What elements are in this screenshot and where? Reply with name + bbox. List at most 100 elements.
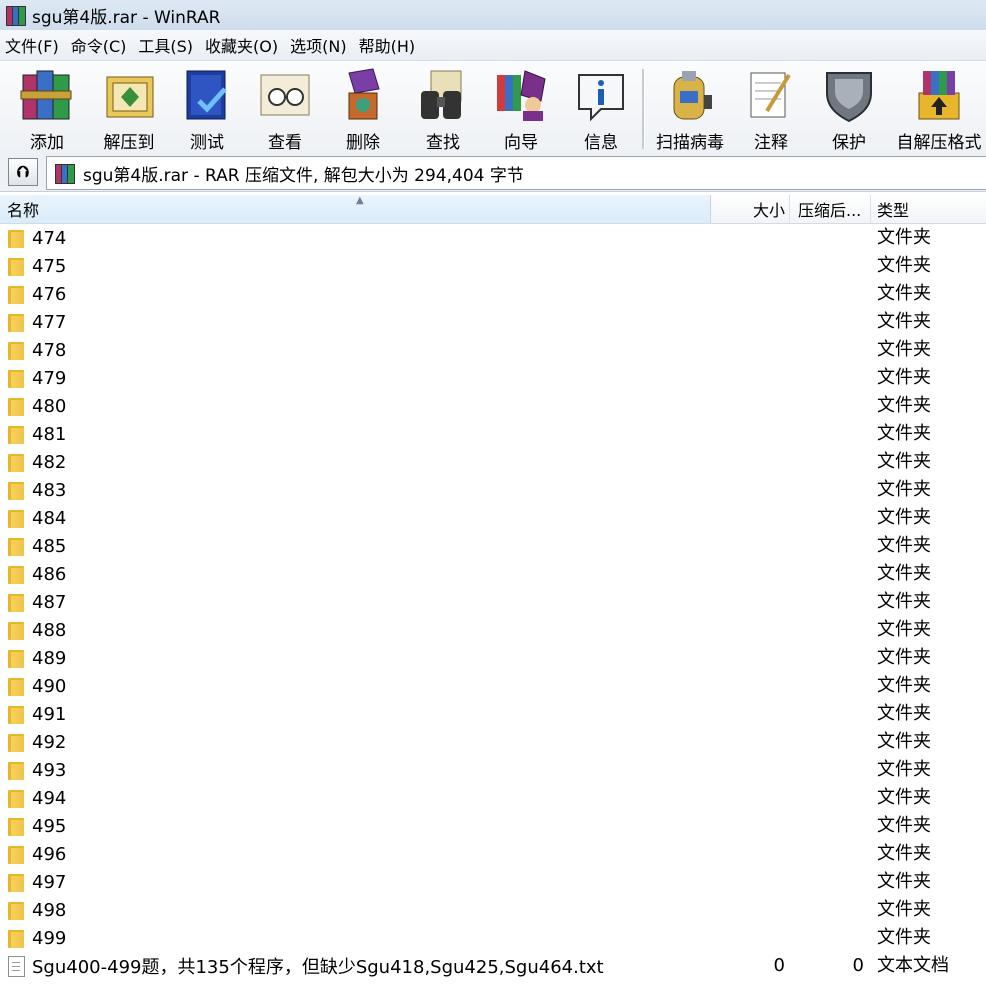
list-item[interactable]: 481 文件夹 <box>0 420 986 448</box>
item-size <box>711 560 785 588</box>
item-name: 489 <box>32 647 67 669</box>
item-name: 482 <box>32 451 67 473</box>
item-size <box>711 616 785 644</box>
item-size <box>711 308 785 336</box>
toolbar: 添加 解压到 测试 查看 删除 查找 向导 信息 扫描病毒 注释 保护 自解压格… <box>0 60 986 154</box>
sfx-button[interactable]: 自解压格式 <box>893 63 985 153</box>
list-item[interactable]: 488 文件夹 <box>0 616 986 644</box>
comment-icon <box>741 67 801 123</box>
item-size <box>711 504 785 532</box>
menu-favorites[interactable]: 收藏夹(O) <box>200 33 283 57</box>
info-button[interactable]: 信息 <box>562 63 640 153</box>
list-item[interactable]: 487 文件夹 <box>0 588 986 616</box>
list-item[interactable]: 475 文件夹 <box>0 252 986 280</box>
find-button[interactable]: 查找 <box>404 63 482 153</box>
extract-to-icon <box>99 67 159 123</box>
list-item[interactable]: 496 文件夹 <box>0 840 986 868</box>
column-type[interactable]: 类型 <box>871 195 986 223</box>
list-item[interactable]: 479 文件夹 <box>0 364 986 392</box>
item-type: 文件夹 <box>877 451 931 472</box>
item-packed <box>790 672 864 700</box>
item-type: 文件夹 <box>877 731 931 752</box>
list-item[interactable]: 478 文件夹 <box>0 336 986 364</box>
list-item[interactable]: 485 文件夹 <box>0 532 986 560</box>
list-item[interactable]: Sgu400-499题，共135个程序，但缺少Sgu418,Sgu425,Sgu… <box>0 952 986 980</box>
path-field[interactable]: sgu第4版.rar - RAR 压缩文件, 解包大小为 294,404 字节 <box>46 156 986 190</box>
item-type: 文件夹 <box>877 843 931 864</box>
up-arrow-icon: ⮉ <box>16 162 30 181</box>
column-type-label: 类型 <box>877 201 910 220</box>
list-item[interactable]: 498 文件夹 <box>0 896 986 924</box>
address-bar: ⮉ sgu第4版.rar - RAR 压缩文件, 解包大小为 294,404 字… <box>0 153 986 192</box>
comment-label: 注释 <box>754 133 788 153</box>
item-name-cell: 490 <box>0 672 66 700</box>
list-item[interactable]: 474 文件夹 <box>0 224 986 252</box>
column-packed[interactable]: 压缩后... <box>790 195 871 223</box>
item-packed <box>790 728 864 756</box>
item-size <box>711 420 785 448</box>
menu-file[interactable]: 文件(F) <box>0 33 64 57</box>
folder-icon <box>8 900 24 920</box>
virus-scan-label: 扫描病毒 <box>656 133 724 153</box>
item-name-cell: 496 <box>0 840 66 868</box>
list-item[interactable]: 483 文件夹 <box>0 476 986 504</box>
list-item[interactable]: 492 文件夹 <box>0 728 986 756</box>
protect-button[interactable]: 保护 <box>810 63 888 153</box>
list-item[interactable]: 490 文件夹 <box>0 672 986 700</box>
item-size <box>711 364 785 392</box>
item-packed <box>790 308 864 336</box>
wizard-button[interactable]: 向导 <box>482 63 560 153</box>
item-type: 文件夹 <box>877 619 931 640</box>
list-item[interactable]: 493 文件夹 <box>0 756 986 784</box>
item-type: 文件夹 <box>877 675 931 696</box>
view-label: 查看 <box>268 133 302 153</box>
item-name: 497 <box>32 871 67 893</box>
item-type: 文件夹 <box>877 507 931 528</box>
list-item[interactable]: 476 文件夹 <box>0 280 986 308</box>
item-packed <box>790 868 864 896</box>
list-item[interactable]: 497 文件夹 <box>0 868 986 896</box>
item-size <box>711 756 785 784</box>
item-packed <box>790 588 864 616</box>
item-type: 文件夹 <box>877 563 931 584</box>
add-button[interactable]: 添加 <box>8 63 86 153</box>
folder-icon <box>8 340 24 360</box>
comment-button[interactable]: 注释 <box>732 63 810 153</box>
list-item[interactable]: 491 文件夹 <box>0 700 986 728</box>
column-name[interactable]: 名称 ▲ <box>0 195 711 223</box>
menu-commands[interactable]: 命令(C) <box>66 33 132 57</box>
column-size[interactable]: 大小 <box>711 195 790 223</box>
view-button[interactable]: 查看 <box>246 63 324 153</box>
sfx-icon <box>909 67 969 123</box>
column-packed-label: 压缩后... <box>798 201 862 220</box>
extract-to-button[interactable]: 解压到 <box>90 63 168 153</box>
item-name-cell: 480 <box>0 392 66 420</box>
menu-tools[interactable]: 工具(S) <box>133 33 198 57</box>
menu-options[interactable]: 选项(N) <box>285 33 351 57</box>
test-button[interactable]: 测试 <box>168 63 246 153</box>
list-item[interactable]: 499 文件夹 <box>0 924 986 952</box>
item-type: 文件夹 <box>877 423 931 444</box>
protect-label: 保护 <box>832 133 866 153</box>
list-item[interactable]: 495 文件夹 <box>0 812 986 840</box>
list-item[interactable]: 484 文件夹 <box>0 504 986 532</box>
test-icon <box>177 67 237 123</box>
delete-button[interactable]: 删除 <box>324 63 402 153</box>
toolbar-separator <box>642 69 645 149</box>
list-item[interactable]: 480 文件夹 <box>0 392 986 420</box>
menu-help[interactable]: 帮助(H) <box>354 33 421 57</box>
up-folder-button[interactable]: ⮉ <box>8 158 38 186</box>
item-size <box>711 336 785 364</box>
list-item[interactable]: 477 文件夹 <box>0 308 986 336</box>
item-type: 文件夹 <box>877 479 931 500</box>
list-item[interactable]: 494 文件夹 <box>0 784 986 812</box>
list-item[interactable]: 489 文件夹 <box>0 644 986 672</box>
item-name: 476 <box>32 283 67 305</box>
list-item[interactable]: 486 文件夹 <box>0 560 986 588</box>
item-type: 文件夹 <box>877 899 931 920</box>
add-archive-icon <box>17 67 77 123</box>
virus-scan-button[interactable]: 扫描病毒 <box>651 63 729 153</box>
item-packed <box>790 448 864 476</box>
item-packed <box>790 840 864 868</box>
list-item[interactable]: 482 文件夹 <box>0 448 986 476</box>
